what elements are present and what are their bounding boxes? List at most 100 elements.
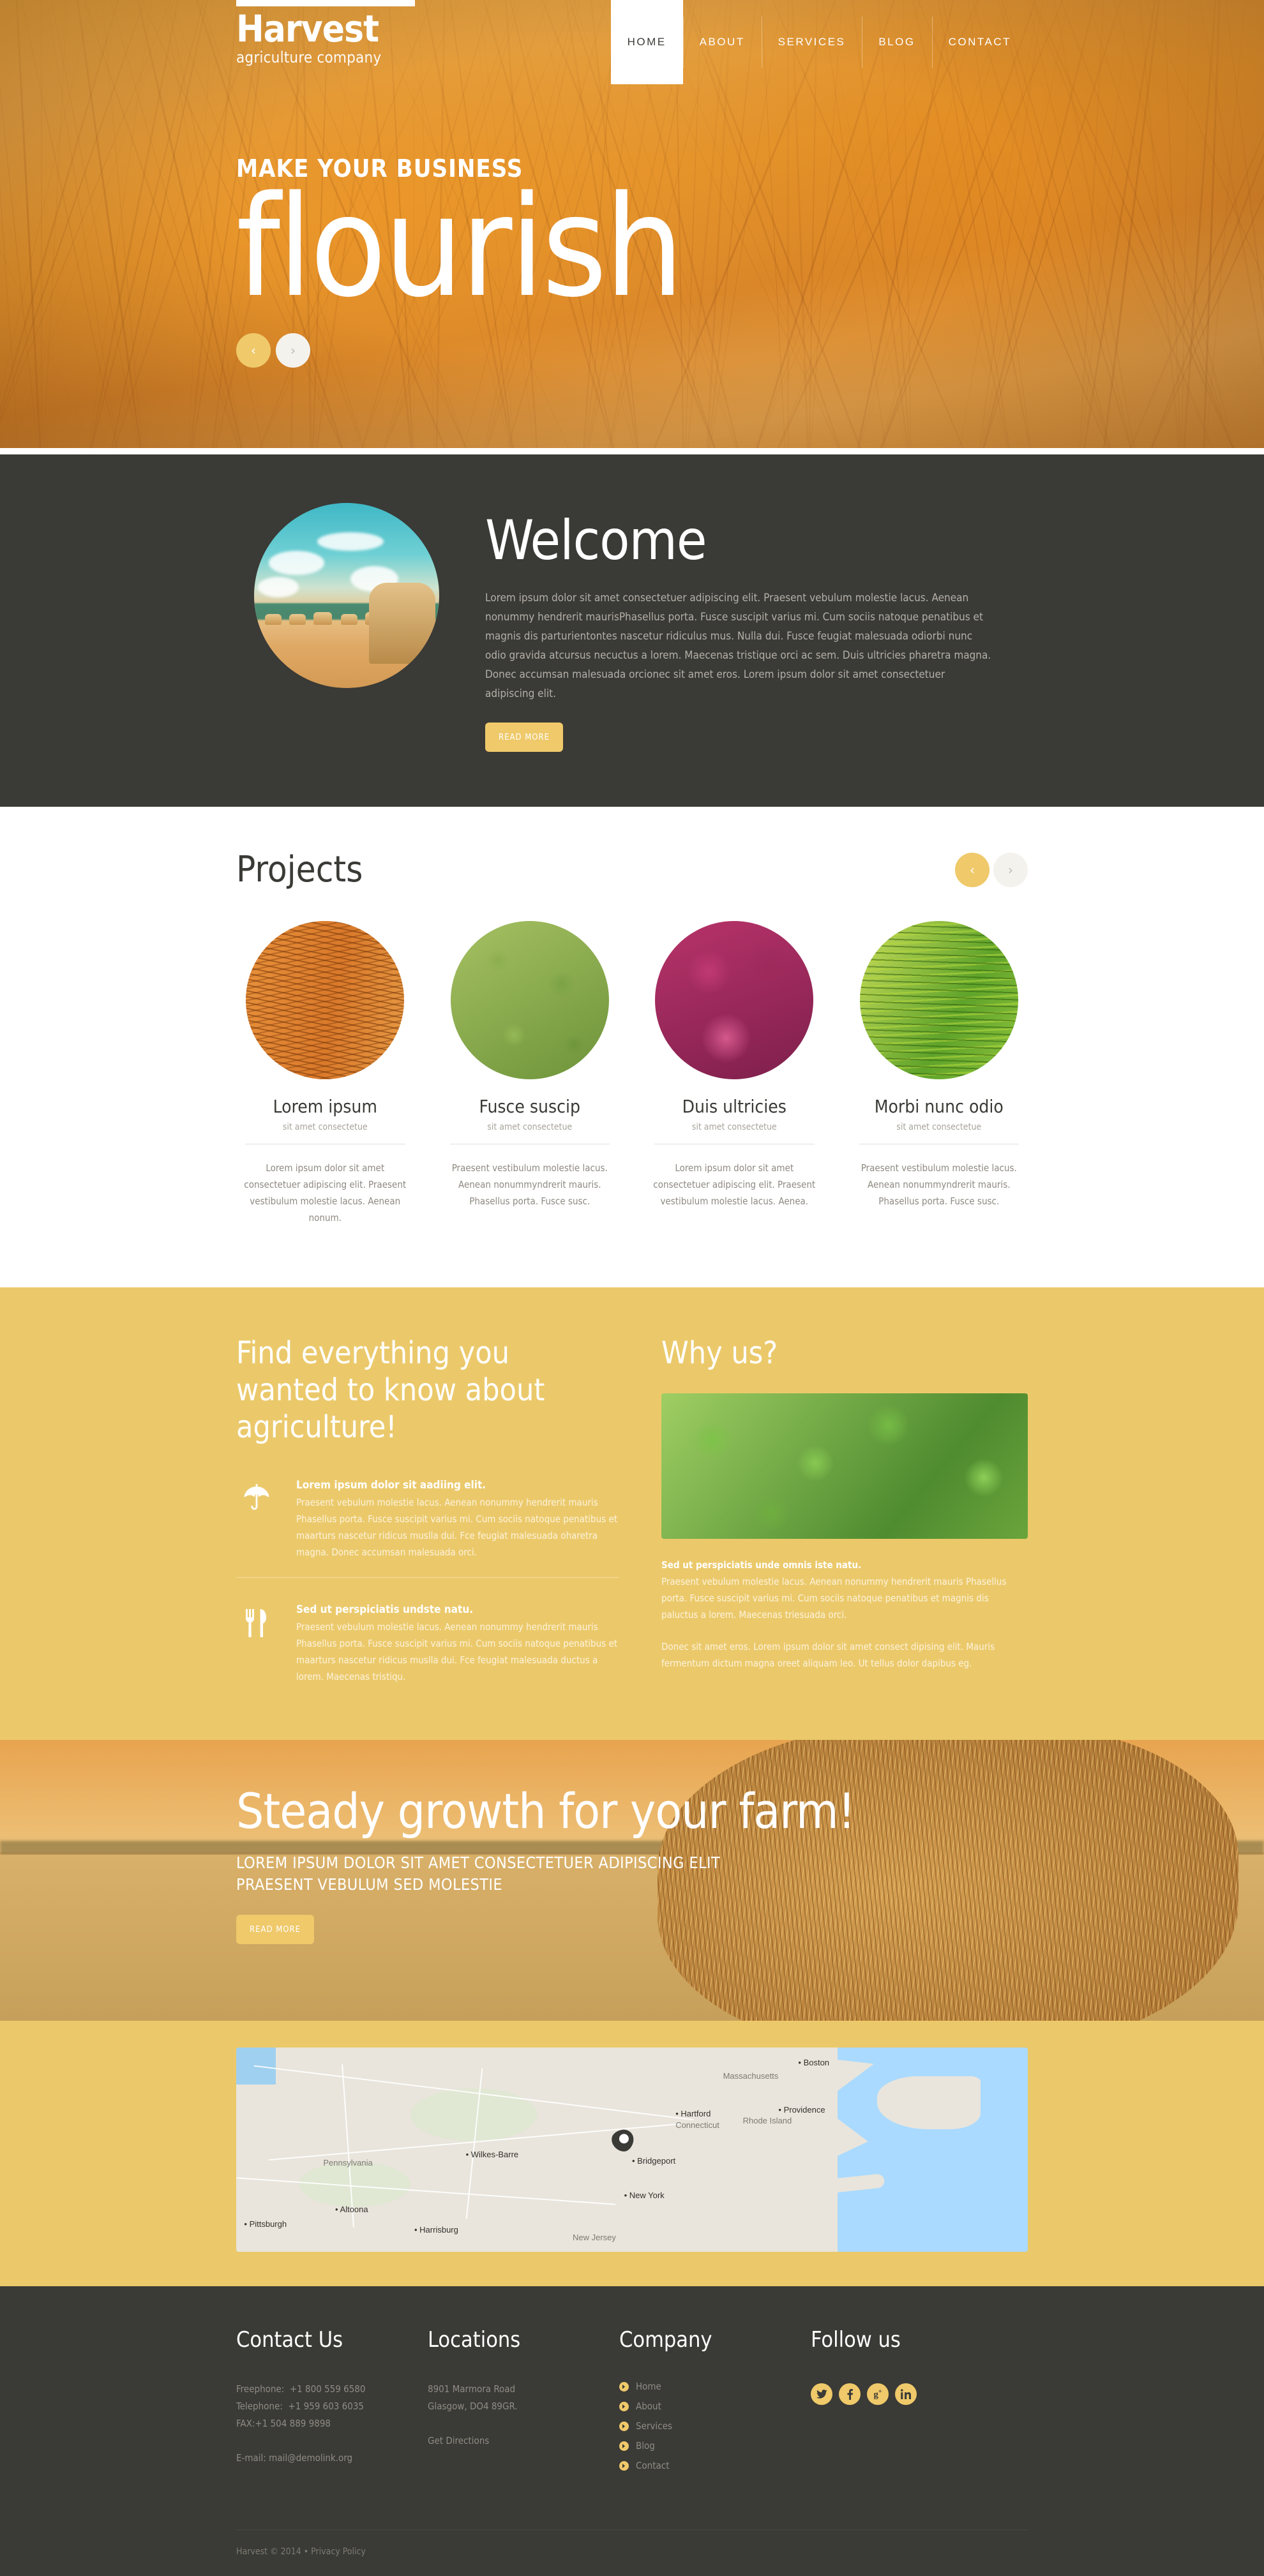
project-name: Morbi nunc odio bbox=[874, 1096, 1004, 1117]
project-description: Praesent vestibulum molestie lacus. Aene… bbox=[451, 1162, 608, 1207]
twitter-icon[interactable] bbox=[811, 2383, 832, 2405]
footer-link-home[interactable]: Home bbox=[619, 2381, 811, 2392]
project-card[interactable]: Morbi nunc odio sit amet consectetue Pra… bbox=[850, 921, 1028, 1226]
arrow-right-icon bbox=[619, 2421, 629, 2431]
email-label: E-mail: bbox=[236, 2452, 266, 2464]
footer-address: 8901 Marmora Road Glasgow, DO4 89GR. Get… bbox=[428, 2381, 619, 2450]
map-forest bbox=[299, 2162, 410, 2207]
project-card[interactable]: Fusce suscip sit amet consectetue Praese… bbox=[441, 921, 619, 1226]
project-subtitle: sit amet consectetue bbox=[691, 1122, 777, 1132]
map-city-label: Wilkes-Barre bbox=[466, 2150, 518, 2159]
facebook-icon[interactable] bbox=[839, 2383, 861, 2405]
callout-banner: Steady growth for your farm! LOREM IPSUM… bbox=[0, 1740, 1264, 2021]
arrow-right-icon bbox=[619, 2401, 629, 2411]
projects-chevron-left-icon[interactable]: ‹ bbox=[955, 852, 989, 887]
nav-item-blog[interactable]: BLOG bbox=[862, 0, 931, 84]
address-line-1: 8901 Marmora Road bbox=[428, 2383, 516, 2395]
google-plus-icon[interactable]: g+ bbox=[867, 2383, 889, 2405]
map-city-label: Harrisburg bbox=[414, 2225, 458, 2235]
welcome-read-more-button[interactable]: READ MORE bbox=[485, 723, 563, 752]
map-forest bbox=[410, 2088, 538, 2142]
logo[interactable]: Harvest agriculture company bbox=[236, 0, 415, 66]
callout-line-2: PRAESENT VEBULUM SED MOLESTIE bbox=[236, 1875, 502, 1894]
telephone-value: +1 959 603 6035 bbox=[288, 2400, 365, 2412]
projects-grid: Lorem ipsum sit amet consectetue Lorem i… bbox=[236, 921, 1028, 1226]
site-footer: Contact Us Freephone: +1 800 559 6580 Te… bbox=[0, 2286, 1264, 2576]
map-region-label: Rhode Island bbox=[742, 2116, 792, 2126]
project-card[interactable]: Duis ultricies sit amet consectetue Lore… bbox=[645, 921, 824, 1226]
project-image bbox=[655, 921, 814, 1079]
footer-company-heading: Company bbox=[619, 2327, 712, 2353]
fax-value: FAX:+1 504 889 9898 bbox=[236, 2418, 331, 2429]
logo-bar-decoration bbox=[236, 0, 415, 6]
footer-link-about[interactable]: About bbox=[619, 2400, 811, 2412]
welcome-section: Welcome Lorem ipsum dolor sit amet conse… bbox=[0, 454, 1264, 807]
map-region-label: Connecticut bbox=[675, 2120, 719, 2130]
header-bar: Harvest agriculture company HOME ABOUT S… bbox=[236, 0, 1028, 84]
footer-company-links: Home About Services Blog Contact bbox=[619, 2381, 811, 2471]
chevron-right-icon[interactable]: › bbox=[276, 333, 310, 368]
map-city-label: Hartford bbox=[675, 2109, 711, 2118]
project-subtitle: sit amet consectetue bbox=[896, 1122, 982, 1132]
arrow-right-icon bbox=[619, 2381, 629, 2392]
footer-link-blog[interactable]: Blog bbox=[619, 2440, 811, 2452]
why-us-image bbox=[661, 1393, 1028, 1539]
nav-item-contact[interactable]: CONTACT bbox=[931, 0, 1028, 84]
telephone-label: Telephone: bbox=[236, 2400, 283, 2412]
footer-contact-details: Freephone: +1 800 559 6580 Telephone: +1… bbox=[236, 2381, 428, 2467]
feature-title: Lorem ipsum dolor sit aadiing elit. bbox=[296, 1479, 486, 1492]
hero-section: Harvest agriculture company HOME ABOUT S… bbox=[0, 0, 1264, 454]
map-city-label: Bridgeport bbox=[632, 2156, 675, 2166]
linkedin-icon[interactable] bbox=[895, 2383, 917, 2405]
info-section: Find everything you wanted to know about… bbox=[0, 1287, 1264, 1740]
project-image bbox=[859, 921, 1018, 1079]
main-navigation: HOME ABOUT SERVICES BLOG CONTACT bbox=[610, 0, 1028, 84]
map-section: Massachusetts Connecticut Rhode Island Penn… bbox=[0, 2021, 1264, 2286]
nav-item-home[interactable]: HOME bbox=[610, 0, 683, 84]
nav-item-services[interactable]: SERVICES bbox=[761, 0, 862, 84]
footer-link-label: Services bbox=[636, 2420, 672, 2432]
copyright-bar: Harvest © 2014 • Privacy Policy bbox=[236, 2529, 1028, 2576]
projects-section: Projects ‹ › Lorem ipsum sit amet consec… bbox=[0, 807, 1264, 1287]
map-city-label: Boston bbox=[798, 2058, 829, 2067]
umbrella-icon bbox=[236, 1479, 277, 1561]
why-us-title: Sed ut perspiciatis unde omnis iste natu… bbox=[661, 1559, 862, 1571]
welcome-title: Welcome bbox=[485, 509, 707, 573]
logo-tagline: agriculture company bbox=[236, 49, 382, 66]
project-subtitle: sit amet consectetue bbox=[487, 1122, 573, 1132]
project-subtitle: sit amet consectetue bbox=[282, 1122, 368, 1132]
footer-link-services[interactable]: Services bbox=[619, 2420, 811, 2432]
info-heading: Find everything you wanted to know about… bbox=[236, 1335, 545, 1445]
project-image bbox=[246, 921, 405, 1079]
project-description: Lorem ipsum dolor sit amet consectetuer … bbox=[244, 1162, 407, 1224]
email-link[interactable]: mail@demolink.org bbox=[269, 2452, 352, 2464]
arrow-right-icon bbox=[619, 2441, 629, 2451]
copyright-text: Harvest © 2014 • bbox=[236, 2547, 312, 2557]
project-card[interactable]: Lorem ipsum sit amet consectetue Lorem i… bbox=[236, 921, 414, 1226]
why-us-para-1: Praesent vebulum molestie lacus. Aenean … bbox=[661, 1576, 1007, 1621]
page-root: Harvest agriculture company HOME ABOUT S… bbox=[0, 0, 1264, 2576]
callout-read-more-button[interactable]: READ MORE bbox=[236, 1915, 314, 1944]
feature-title: Sed ut perspiciatis undste natu. bbox=[296, 1603, 474, 1616]
welcome-body: Lorem ipsum dolor sit amet consectetuer … bbox=[485, 592, 991, 700]
footer-follow-column: Follow us g+ bbox=[811, 2327, 1028, 2480]
privacy-policy-link[interactable]: Privacy Policy bbox=[311, 2547, 366, 2557]
footer-link-contact[interactable]: Contact bbox=[619, 2460, 811, 2471]
location-map[interactable]: Massachusetts Connecticut Rhode Island Penn… bbox=[236, 2048, 1028, 2252]
map-region-label: Pennsylvania bbox=[323, 2157, 373, 2168]
project-description: Praesent vestibulum molestie lacus. Aene… bbox=[861, 1162, 1017, 1207]
map-cape-cod bbox=[877, 2076, 981, 2129]
project-image bbox=[450, 921, 609, 1079]
arrow-right-icon bbox=[619, 2460, 629, 2471]
footer-contact-heading: Contact Us bbox=[236, 2327, 343, 2353]
chevron-left-icon[interactable]: ‹ bbox=[236, 333, 271, 368]
callout-subtext: LOREM IPSUM DOLOR SIT AMET CONSECTETUER … bbox=[236, 1852, 1028, 1896]
freephone-value: +1 800 559 6580 bbox=[289, 2383, 366, 2395]
map-city-label: Altoona bbox=[335, 2205, 368, 2214]
project-description: Lorem ipsum dolor sit amet consectetuer … bbox=[653, 1162, 816, 1207]
nav-item-about[interactable]: ABOUT bbox=[682, 0, 762, 84]
get-directions-link[interactable]: Get Directions bbox=[428, 2435, 489, 2446]
project-name: Lorem ipsum bbox=[273, 1096, 377, 1117]
footer-follow-heading: Follow us bbox=[811, 2327, 901, 2353]
projects-chevron-right-icon[interactable]: › bbox=[993, 852, 1028, 887]
